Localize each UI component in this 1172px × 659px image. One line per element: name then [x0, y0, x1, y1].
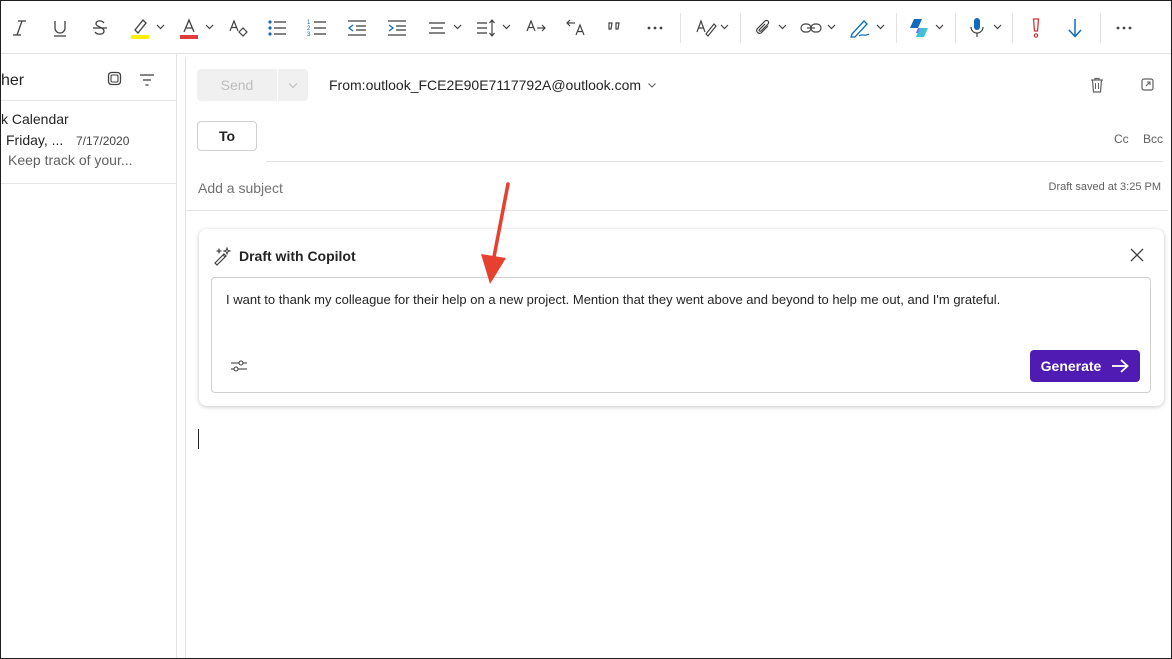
- formatting-toolbar: 123: [1, 1, 1171, 54]
- outlook-window: 123 her k Calendar Friday, ... 7/17/2020…: [0, 0, 1172, 659]
- dictate-icon[interactable]: [966, 15, 988, 41]
- chevron-down-icon[interactable]: [827, 22, 836, 31]
- text-direction-icon[interactable]: [524, 15, 548, 41]
- cc-button[interactable]: Cc: [1114, 132, 1129, 146]
- chevron-down-icon: [648, 83, 656, 88]
- copilot-prompt-input[interactable]: I want to thank my colleague for their h…: [226, 292, 1000, 307]
- copilot-title: Draft with Copilot: [239, 248, 356, 264]
- quote-icon[interactable]: [604, 15, 626, 41]
- discard-icon[interactable]: [1090, 77, 1104, 98]
- draft-status: Draft saved at 3:25 PM: [1048, 181, 1162, 193]
- chevron-down-icon[interactable]: [453, 22, 462, 31]
- generate-label: Generate: [1040, 358, 1102, 374]
- close-icon[interactable]: [1130, 248, 1144, 267]
- chevron-down-icon[interactable]: [778, 22, 787, 31]
- text-direction-rtl-icon[interactable]: [564, 15, 588, 41]
- italic-icon[interactable]: [9, 15, 31, 41]
- arrow-right-icon: [1112, 359, 1130, 373]
- to-input[interactable]: [266, 121, 1096, 159]
- message-preview: Keep track of your...: [8, 152, 133, 168]
- send-button[interactable]: Send: [197, 69, 277, 101]
- importance-low-icon[interactable]: [1064, 15, 1086, 41]
- chevron-down-icon[interactable]: [993, 22, 1002, 31]
- toolbar-divider: [955, 13, 956, 43]
- more-icon[interactable]: [1113, 15, 1135, 41]
- copilot-wand-icon: [212, 246, 232, 271]
- more-icon[interactable]: [644, 15, 666, 41]
- signature-icon[interactable]: [849, 15, 871, 41]
- folder-title: her: [1, 72, 25, 89]
- chevron-down-icon[interactable]: [720, 22, 729, 31]
- svg-text:3: 3: [307, 32, 311, 38]
- subject-divider: [186, 210, 1168, 211]
- chevron-down-icon[interactable]: [502, 22, 511, 31]
- copilot-prompt-box[interactable]: I want to thank my colleague for their h…: [211, 277, 1151, 393]
- importance-high-icon[interactable]: [1025, 15, 1047, 41]
- align-icon[interactable]: [426, 15, 448, 41]
- filter-icon[interactable]: [139, 73, 155, 91]
- font-color-icon[interactable]: [178, 15, 200, 41]
- message-date: 7/17/2020: [76, 134, 130, 148]
- underline-icon[interactable]: [49, 15, 71, 41]
- toolbar-divider: [740, 13, 741, 43]
- from-address: outlook_FCE2E90E7117792A@outlook.com: [365, 77, 642, 93]
- from-label: From:: [329, 77, 366, 93]
- to-button[interactable]: To: [197, 121, 257, 151]
- line-spacing-icon[interactable]: [475, 15, 497, 41]
- chevron-down-icon[interactable]: [205, 22, 214, 31]
- decrease-indent-icon[interactable]: [346, 15, 368, 41]
- editor-icon[interactable]: [695, 15, 717, 41]
- generate-button[interactable]: Generate: [1030, 350, 1140, 382]
- select-all-icon[interactable]: [107, 71, 122, 91]
- increase-indent-icon[interactable]: [386, 15, 408, 41]
- list-item[interactable]: k Calendar Friday, ... 7/17/2020 Keep tr…: [1, 100, 176, 184]
- chevron-down-icon[interactable]: [935, 22, 944, 31]
- message-subject: Friday, ...: [6, 132, 64, 148]
- bcc-button[interactable]: Bcc: [1143, 132, 1163, 146]
- send-options-button[interactable]: [278, 69, 308, 101]
- toolbar-divider: [896, 13, 897, 43]
- subject-input[interactable]: Add a subject: [198, 180, 283, 196]
- highlight-icon[interactable]: [129, 15, 151, 41]
- from-selector[interactable]: From: outlook_FCE2E90E7117792A@outlook.co…: [329, 77, 657, 93]
- copilot-icon[interactable]: [907, 15, 931, 41]
- clear-formatting-icon[interactable]: [227, 15, 249, 41]
- link-icon[interactable]: [800, 15, 822, 41]
- attach-icon[interactable]: [752, 15, 774, 41]
- compose-pane: Send From: outlook_FCE2E90E7117792A@outlo…: [185, 57, 1168, 658]
- to-divider: [266, 161, 1163, 162]
- message-sender: k Calendar: [1, 111, 69, 127]
- strikethrough-icon[interactable]: [89, 15, 111, 41]
- bullets-icon[interactable]: [266, 15, 288, 41]
- chevron-down-icon[interactable]: [156, 22, 165, 31]
- copilot-draft-panel: Draft with Copilot I want to thank my co…: [199, 229, 1164, 406]
- chevron-down-icon[interactable]: [876, 22, 885, 31]
- annotation-arrow-icon: [481, 182, 510, 284]
- pop-out-icon[interactable]: [1141, 78, 1154, 96]
- message-list-pane: her k Calendar Friday, ... 7/17/2020 Kee…: [1, 54, 177, 658]
- message-body-editor[interactable]: [186, 417, 1168, 657]
- adjust-settings-icon[interactable]: [230, 358, 248, 379]
- numbering-icon[interactable]: 123: [306, 15, 328, 41]
- toolbar-divider: [1100, 13, 1101, 43]
- toolbar-divider: [680, 13, 681, 43]
- toolbar-divider: [1012, 13, 1013, 43]
- chevron-down-icon: [288, 83, 298, 89]
